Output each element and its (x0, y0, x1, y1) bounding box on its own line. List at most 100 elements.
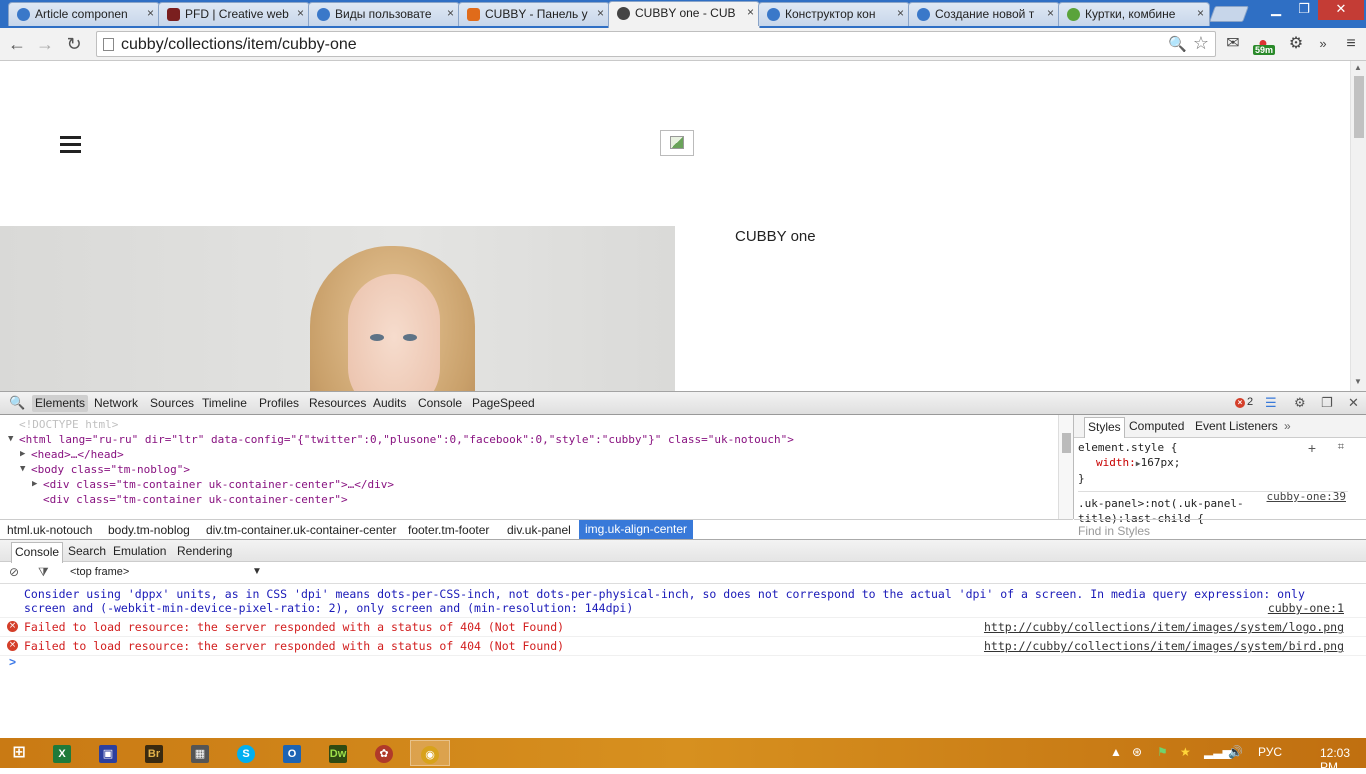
page-scrollbar[interactable]: ▲ ▼ (1350, 61, 1366, 391)
zoom-icon[interactable]: 🔍 (1168, 35, 1187, 53)
scroll-up-icon[interactable]: ▲ (1354, 63, 1362, 72)
taskbar-app-photo[interactable]: ✿ (364, 740, 404, 766)
style-property[interactable]: width: (1096, 456, 1136, 469)
tab-profiles[interactable]: Profiles (259, 396, 299, 410)
breadcrumb-item[interactable]: div.tm-container.uk-container-center (206, 523, 397, 537)
taskbar-app-excel[interactable]: X (42, 740, 82, 766)
dom-toggle-icon[interactable]: ▼ (8, 432, 13, 447)
breadcrumb-item[interactable]: html.uk-notouch (7, 523, 92, 537)
tab-console[interactable]: Console (418, 396, 462, 410)
filter-icon[interactable]: ⧩ (38, 565, 49, 580)
breadcrumb-item[interactable]: body.tm-noblog (108, 523, 190, 537)
dom-toggle-icon[interactable]: ▼ (20, 462, 25, 477)
browser-tab-3[interactable]: CUBBY - Панель у × (458, 2, 610, 26)
close-icon[interactable]: × (1047, 6, 1054, 20)
style-value[interactable]: 167px; (1141, 456, 1181, 469)
dom-doctype[interactable]: <!DOCTYPE html> (19, 417, 118, 432)
show-hidden-icons[interactable]: ▲ (1110, 745, 1122, 759)
taskbar-app-dreamweaver[interactable]: Dw (318, 740, 358, 766)
taskbar-app-outlook[interactable]: O (272, 740, 312, 766)
tab-console[interactable]: Console (11, 542, 64, 563)
scroll-thumb[interactable] (1354, 76, 1364, 138)
tab-styles[interactable]: Styles (1084, 417, 1125, 438)
address-bar[interactable]: cubby/collections/item/cubby-one 🔍 ☆ (96, 31, 1216, 57)
breadcrumb-item-selected[interactable]: img.uk-align-center (579, 520, 694, 539)
forward-arrow-icon[interactable]: → (34, 33, 56, 55)
back-arrow-icon[interactable]: ← (6, 33, 28, 55)
dom-head[interactable]: <head>…</head> (31, 447, 124, 462)
close-icon[interactable]: × (747, 5, 754, 19)
tab-rendering[interactable]: Rendering (177, 544, 232, 558)
maximize-icon[interactable]: ❐ (1290, 0, 1318, 20)
inspect-search-icon[interactable]: 🔍 (9, 395, 25, 411)
tab-pagespeed[interactable]: PageSpeed (472, 396, 535, 410)
add-style-icon[interactable]: + (1308, 440, 1316, 456)
dom-html[interactable]: <html lang="ru-ru" dir="ltr" data-config… (19, 432, 794, 447)
browser-tab-6[interactable]: Создание новой т × (908, 2, 1060, 26)
close-icon[interactable]: × (147, 6, 154, 20)
browser-tab-4[interactable]: CUBBY one - CUB × (608, 1, 760, 28)
settings-gear-icon[interactable]: ⚙ (1285, 33, 1307, 55)
tab-computed[interactable]: Computed (1129, 419, 1184, 433)
breadcrumb-item[interactable]: div.uk-panel (507, 523, 571, 537)
dom-div[interactable]: <div class="tm-container uk-container-ce… (43, 477, 394, 492)
browser-tab-2[interactable]: Виды пользовате × (308, 2, 460, 26)
tab-network[interactable]: Network (94, 396, 138, 410)
message-source-link[interactable]: cubby-one:1 (1268, 601, 1344, 615)
clear-console-icon[interactable]: ⊘ (9, 565, 19, 579)
tab-event-listeners[interactable]: Event Listeners (1195, 419, 1278, 433)
browser-tab-0[interactable]: Article componen × (8, 2, 160, 26)
taskbar-app-skype[interactable]: S (226, 740, 266, 766)
close-icon[interactable]: × (597, 6, 604, 20)
broken-logo-image[interactable] (660, 130, 694, 156)
frame-select[interactable]: <top frame> (70, 566, 129, 578)
taskbar-app-calculator[interactable]: ▦ (180, 740, 220, 766)
star-icon[interactable]: ★ (1180, 745, 1191, 759)
reload-icon[interactable]: ↻ (63, 33, 85, 55)
scroll-down-icon[interactable]: ▼ (1354, 377, 1362, 386)
taskbar-app-chrome[interactable]: ◉ (410, 740, 450, 766)
tab-timeline[interactable]: Timeline (202, 396, 247, 410)
close-icon[interactable]: × (1197, 6, 1204, 20)
hamburger-menu-icon[interactable] (60, 136, 81, 154)
window-close-icon[interactable]: ✕ (1318, 0, 1364, 20)
element-state-icon[interactable]: ⌗ (1338, 441, 1344, 454)
chevron-down-icon[interactable]: ▼ (252, 566, 262, 577)
close-icon[interactable]: × (897, 6, 904, 20)
taskbar-app-save[interactable]: ▣ (88, 740, 128, 766)
start-button[interactable]: ⊞ (0, 740, 38, 766)
drawer-toggle-icon[interactable]: ☰ (1265, 395, 1277, 411)
network-sync-icon[interactable]: ⊛ (1132, 745, 1142, 759)
gmail-icon[interactable]: ✉ (1222, 33, 1244, 55)
more-tabs-icon[interactable]: » (1284, 419, 1291, 433)
language-indicator[interactable]: РУС (1258, 745, 1282, 759)
tab-resources[interactable]: Resources (309, 396, 366, 410)
elements-scrollbar[interactable] (1058, 415, 1073, 519)
taskbar-app-bridge[interactable]: Br (134, 740, 174, 766)
breadcrumb-item[interactable]: footer.tm-footer (408, 523, 489, 537)
console-prompt[interactable]: > (9, 655, 16, 669)
dom-body[interactable]: <body class="tm-noblog"> (31, 462, 190, 477)
close-icon[interactable]: × (447, 6, 454, 20)
browser-tab-1[interactable]: PFD | Creative web × (158, 2, 310, 26)
tab-emulation[interactable]: Emulation (113, 544, 166, 558)
menu-icon[interactable]: ≡ (1340, 33, 1362, 55)
close-icon[interactable]: ✕ (1348, 395, 1359, 411)
new-tab-button[interactable] (1209, 6, 1249, 22)
dock-icon[interactable]: ❐ (1321, 395, 1333, 411)
settings-gear-icon[interactable]: ⚙ (1294, 395, 1306, 411)
tab-audits[interactable]: Audits (373, 396, 406, 410)
dom-toggle-icon[interactable]: ▶ (32, 477, 37, 492)
message-source-link[interactable]: http://cubby/collections/item/images/sys… (984, 639, 1344, 653)
flag-icon[interactable]: ⚑ (1157, 745, 1168, 759)
url-text[interactable]: cubby/collections/item/cubby-one (121, 36, 357, 54)
chevron-more-icon[interactable]: » (1312, 33, 1334, 55)
bookmark-star-icon[interactable]: ☆ (1193, 33, 1209, 54)
browser-tab-7[interactable]: Куртки, комбине × (1058, 2, 1210, 26)
tab-search[interactable]: Search (68, 544, 106, 558)
dom-toggle-icon[interactable]: ▶ (20, 447, 25, 462)
tab-elements[interactable]: Elements (32, 395, 89, 412)
browser-tab-5[interactable]: Конструктор кон × (758, 2, 910, 26)
rule-source-link[interactable]: cubby-one:39 (1267, 490, 1346, 503)
minimize-icon[interactable]: ▁ (1262, 0, 1290, 20)
